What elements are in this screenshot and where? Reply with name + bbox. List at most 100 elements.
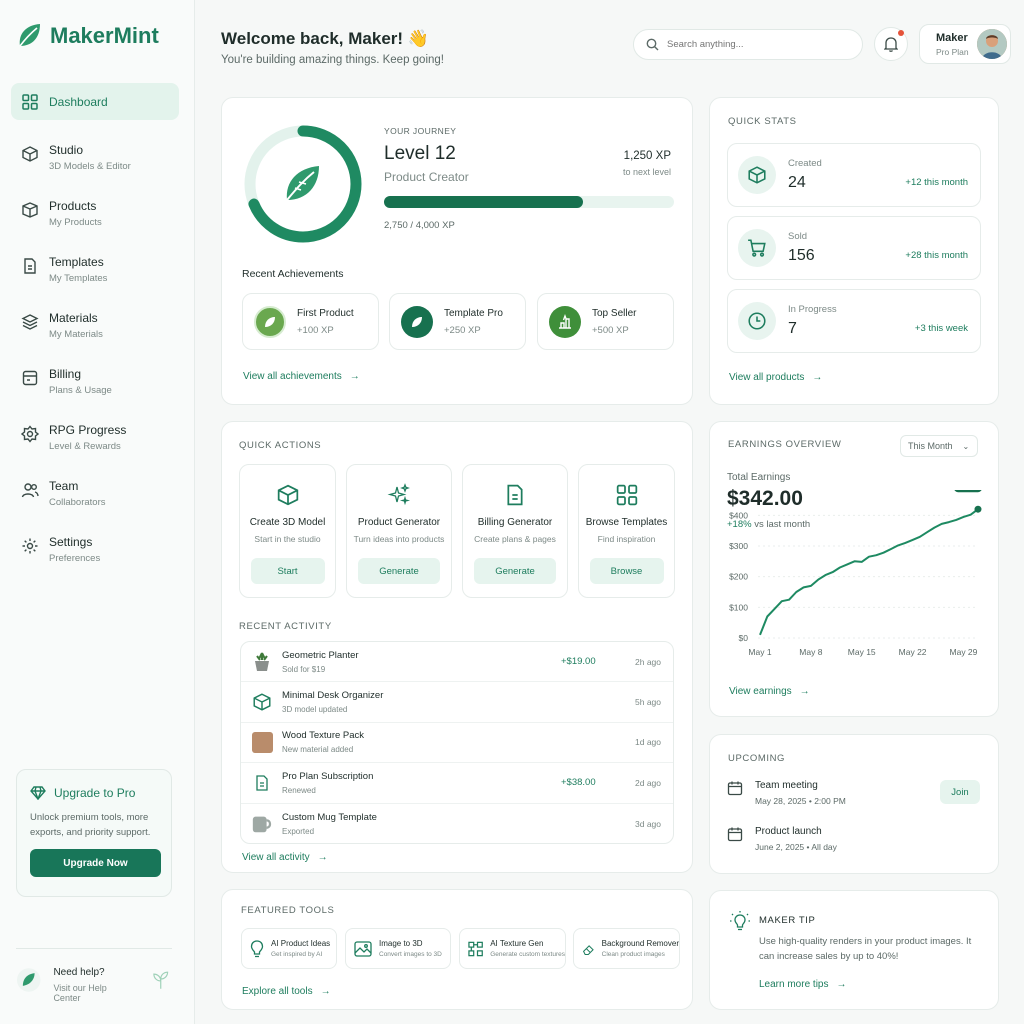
quick-action-browse-templates[interactable]: Browse Templates Find inspiration Browse	[578, 464, 675, 598]
achievement-card[interactable]: Template Pro +250 XP	[389, 293, 526, 350]
trophy-badge-icon	[549, 305, 581, 338]
tool-name: AI Texture Gen	[490, 939, 544, 948]
tool-ai-texture-gen[interactable]: AI Texture Gen Generate custom textures	[459, 928, 566, 969]
calendar-icon	[727, 781, 743, 796]
sidebar-item-sub: Preferences	[49, 553, 101, 564]
achievement-card[interactable]: First Product +100 XP	[242, 293, 379, 350]
sidebar-item-sub: Level & Rewards	[49, 441, 121, 452]
document-icon	[507, 484, 523, 506]
quick-action-sub: Start in the studio	[254, 534, 321, 544]
stat-in-progress[interactable]: In Progress 7 +3 this week	[727, 289, 981, 353]
activity-name: Custom Mug Template	[282, 811, 377, 823]
quick-action-title: Billing Generator	[477, 517, 553, 528]
upgrade-button[interactable]: Upgrade Now	[30, 849, 161, 877]
earnings-line	[759, 508, 979, 636]
arrow-right-icon: →	[317, 852, 328, 863]
link-label: View all achievements	[243, 371, 342, 382]
join-button[interactable]: Join	[940, 780, 980, 804]
activity-row[interactable]: Pro Plan Subscription Renewed +$38.00 2d …	[241, 763, 673, 804]
stat-created[interactable]: Created 24 +12 this month	[727, 143, 981, 207]
sidebar-item-label: Products	[49, 199, 97, 213]
learn-more-tips-link[interactable]: Learn more tips →	[759, 979, 846, 990]
stat-value: 24	[788, 174, 806, 191]
link-label: View earnings	[729, 686, 792, 697]
upcoming-sub: June 2, 2025 • All day	[755, 842, 837, 852]
xp-progress-bar	[384, 196, 674, 208]
quick-action-billing-generator[interactable]: Billing Generator Create plans & pages G…	[462, 464, 568, 598]
sidebar-item-rpg-progress[interactable]: RPG Progress Level & Rewards	[11, 419, 179, 456]
activity-row[interactable]: Custom Mug Template Exported 3d ago	[241, 804, 673, 844]
upcoming-title: Team meeting	[755, 780, 818, 791]
period-select[interactable]: This Month ⌄	[900, 435, 978, 457]
start-button[interactable]: Start	[250, 558, 325, 584]
achievement-name: Template Pro	[444, 307, 503, 319]
activity-row[interactable]: Geometric Planter Sold for $19 +$19.00 2h…	[241, 642, 673, 683]
link-label: View all activity	[242, 852, 310, 863]
view-all-products-link[interactable]: View all products →	[729, 372, 822, 383]
brand-name: MakerMint	[50, 23, 159, 48]
activity-name: Wood Texture Pack	[282, 730, 365, 742]
logo[interactable]: MakerMint	[16, 22, 159, 50]
upcoming-item[interactable]: Product launch June 2, 2025 • All day	[727, 826, 837, 852]
sidebar-item-dashboard[interactable]: Dashboard	[11, 83, 179, 120]
help-link[interactable]: Need help? Visit our Help Center	[16, 948, 172, 1003]
gear-icon	[22, 538, 38, 554]
stat-sold[interactable]: Sold 156 +28 this month	[727, 216, 981, 280]
tool-image-to-3d[interactable]: Image to 3D Convert images to 3D	[345, 928, 451, 969]
rank-title: Product Creator	[384, 170, 469, 184]
xp-count: 2,750 / 4,000 XP	[384, 220, 455, 231]
user-name: Maker	[936, 31, 968, 44]
y-tick-label: $200	[729, 572, 748, 582]
tool-ai-product-ideas[interactable]: AI Product Ideas Get inspired by AI	[241, 928, 337, 969]
activity-sub: Exported	[282, 826, 315, 836]
activity-time: 2h ago	[635, 656, 661, 667]
leaf-badge-icon	[254, 305, 286, 338]
stat-label: In Progress	[788, 304, 837, 315]
notifications-button[interactable]	[874, 27, 908, 61]
sidebar-item-label: Billing	[49, 367, 82, 381]
xp-next-label: to next level	[622, 167, 671, 177]
earnings-card: EARNINGS OVERVIEW This Month ⌄ Total Ear…	[709, 421, 999, 717]
achievement-card[interactable]: Top Seller +500 XP	[537, 293, 674, 350]
sidebar-item-products[interactable]: Products My Products	[11, 195, 179, 232]
quick-action-product-generator[interactable]: Product Generator Turn ideas into produc…	[346, 464, 452, 598]
view-all-achievements-link[interactable]: View all achievements →	[243, 371, 360, 382]
section-label: FEATURED TOOLS	[241, 905, 335, 916]
sidebar-item-sub: Collaborators	[49, 497, 106, 508]
sidebar-item-settings[interactable]: Settings Preferences	[11, 531, 179, 568]
quick-action-title: Browse Templates	[585, 517, 668, 528]
activity-list: Geometric Planter Sold for $19 +$19.00 2h…	[240, 641, 674, 844]
activity-row[interactable]: Minimal Desk Organizer 3D model updated 5…	[241, 682, 673, 723]
view-all-activity-link[interactable]: View all activity →	[242, 852, 328, 863]
generate-button[interactable]: Generate	[358, 558, 440, 584]
search-icon	[646, 38, 659, 51]
achievement-xp: +500 XP	[592, 324, 629, 336]
sidebar-item-studio[interactable]: Studio 3D Models & Editor	[11, 139, 179, 176]
sidebar-item-sub: My Products	[49, 217, 102, 228]
activity-row[interactable]: Wood Texture Pack New material added 1d a…	[241, 723, 673, 764]
arrow-right-icon: →	[812, 372, 823, 383]
x-tick-label: May 8	[799, 647, 822, 657]
browse-button[interactable]: Browse	[589, 558, 664, 584]
search-input[interactable]	[667, 39, 847, 50]
search-bar[interactable]	[633, 29, 863, 60]
sidebar-item-sub: My Materials	[49, 329, 103, 340]
sidebar-item-billing[interactable]: Billing Plans & Usage	[11, 363, 179, 400]
achievement-name: Top Seller	[592, 307, 637, 319]
sidebar-item-team[interactable]: Team Collaborators	[11, 475, 179, 512]
x-tick-label: May 29	[950, 647, 978, 657]
generate-button[interactable]: Generate	[474, 558, 556, 584]
tool-background-remover[interactable]: Background Remover Clean product images	[573, 928, 680, 969]
explore-all-tools-link[interactable]: Explore all tools →	[242, 986, 331, 997]
section-label: QUICK ACTIONS	[239, 440, 322, 451]
sidebar-item-templates[interactable]: Templates My Templates	[11, 251, 179, 288]
tool-sub: Clean product images	[601, 951, 665, 958]
sidebar-item-materials[interactable]: Materials My Materials	[11, 307, 179, 344]
x-tick-label: May 1	[748, 647, 771, 657]
quick-action-create-3d-model[interactable]: Create 3D Model Start in the studio Star…	[239, 464, 336, 598]
view-earnings-link[interactable]: View earnings →	[729, 686, 810, 697]
profile-menu[interactable]: Maker Pro Plan	[919, 24, 1011, 64]
upcoming-item[interactable]: Team meeting May 28, 2025 • 2:00 PM	[727, 780, 846, 806]
stat-delta: +3 this week	[914, 322, 968, 334]
sidebar-item-label: RPG Progress	[49, 423, 127, 437]
